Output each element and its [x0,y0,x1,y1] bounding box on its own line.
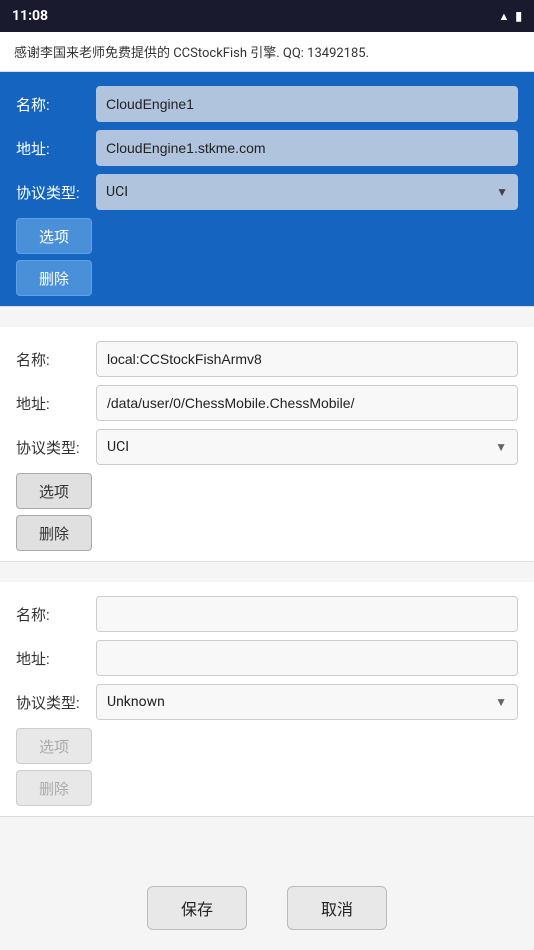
engine1-actions: 选项 删除 [16,218,518,296]
bottom-bar: 保存 取消 [0,866,534,950]
engine2-dropdown-arrow: ▼ [495,440,507,454]
engine2-actions: 选项 删除 [16,473,518,551]
engine1-address-row: 地址: [16,130,518,166]
engine3-name-input[interactable] [96,596,518,632]
engine1-name-row: 名称: [16,86,518,122]
engine1-address-label: 地址: [16,138,96,159]
engine3-address-input[interactable] [96,640,518,676]
engine2-address-input[interactable] [96,385,518,421]
engine2-name-row: 名称: [16,341,518,377]
status-icons [499,8,523,24]
engine3-protocol-dropdown[interactable]: Unknown ▼ [96,684,518,720]
engine2-protocol-value: UCI [107,439,129,455]
notice-text: 感谢李国来老师免费提供的 CCStockFish 引擎. QQ: 1349218… [14,46,369,61]
engine-card-2: 名称: 地址: 协议类型: UCI ▼ 选项 删除 [0,327,534,562]
battery-icon [515,8,522,24]
engine2-protocol-label: 协议类型: [16,437,96,458]
cancel-button[interactable]: 取消 [287,886,387,930]
engine3-name-row: 名称: [16,596,518,632]
engine3-protocol-label: 协议类型: [16,692,96,713]
engine3-dropdown-arrow: ▼ [495,695,507,709]
status-bar: 11:08 [0,0,534,32]
engine3-protocol-value: Unknown [107,694,165,710]
engine1-protocol-row: 协议类型: UCI ▼ [16,174,518,210]
engine-card-1: 名称: 地址: 协议类型: UCI ▼ 选项 删除 [0,72,534,307]
engine2-address-label: 地址: [16,393,96,414]
engine-card-3: 名称: 地址: 协议类型: Unknown ▼ 选项 删除 [0,582,534,817]
engine3-name-label: 名称: [16,604,96,625]
engine2-protocol-dropdown[interactable]: UCI ▼ [96,429,518,465]
engine1-name-input[interactable] [96,86,518,122]
engine1-protocol-label: 协议类型: [16,182,96,203]
wifi-icon [499,8,510,24]
engine3-address-label: 地址: [16,648,96,669]
engine1-address-input[interactable] [96,130,518,166]
engine1-protocol-dropdown[interactable]: UCI ▼ [96,174,518,210]
engine3-address-row: 地址: [16,640,518,676]
engine3-options-button: 选项 [16,728,92,764]
engine2-delete-button[interactable]: 删除 [16,515,92,551]
engine2-protocol-row: 协议类型: UCI ▼ [16,429,518,465]
engine3-actions: 选项 删除 [16,728,518,806]
engine1-protocol-value: UCI [106,184,128,200]
main-content: 名称: 地址: 协议类型: UCI ▼ 选项 删除 名称: 地址: [0,72,534,950]
engine2-address-row: 地址: [16,385,518,421]
engine1-options-button[interactable]: 选项 [16,218,92,254]
engine1-delete-button[interactable]: 删除 [16,260,92,296]
engine2-name-input[interactable] [96,341,518,377]
engine3-delete-button: 删除 [16,770,92,806]
engine1-dropdown-arrow: ▼ [496,185,508,199]
save-button[interactable]: 保存 [147,886,247,930]
engine3-protocol-row: 协议类型: Unknown ▼ [16,684,518,720]
engine2-options-button[interactable]: 选项 [16,473,92,509]
notice-banner: 感谢李国来老师免费提供的 CCStockFish 引擎. QQ: 1349218… [0,32,534,72]
status-time: 11:08 [12,8,48,24]
engine2-name-label: 名称: [16,349,96,370]
engine1-name-label: 名称: [16,94,96,115]
